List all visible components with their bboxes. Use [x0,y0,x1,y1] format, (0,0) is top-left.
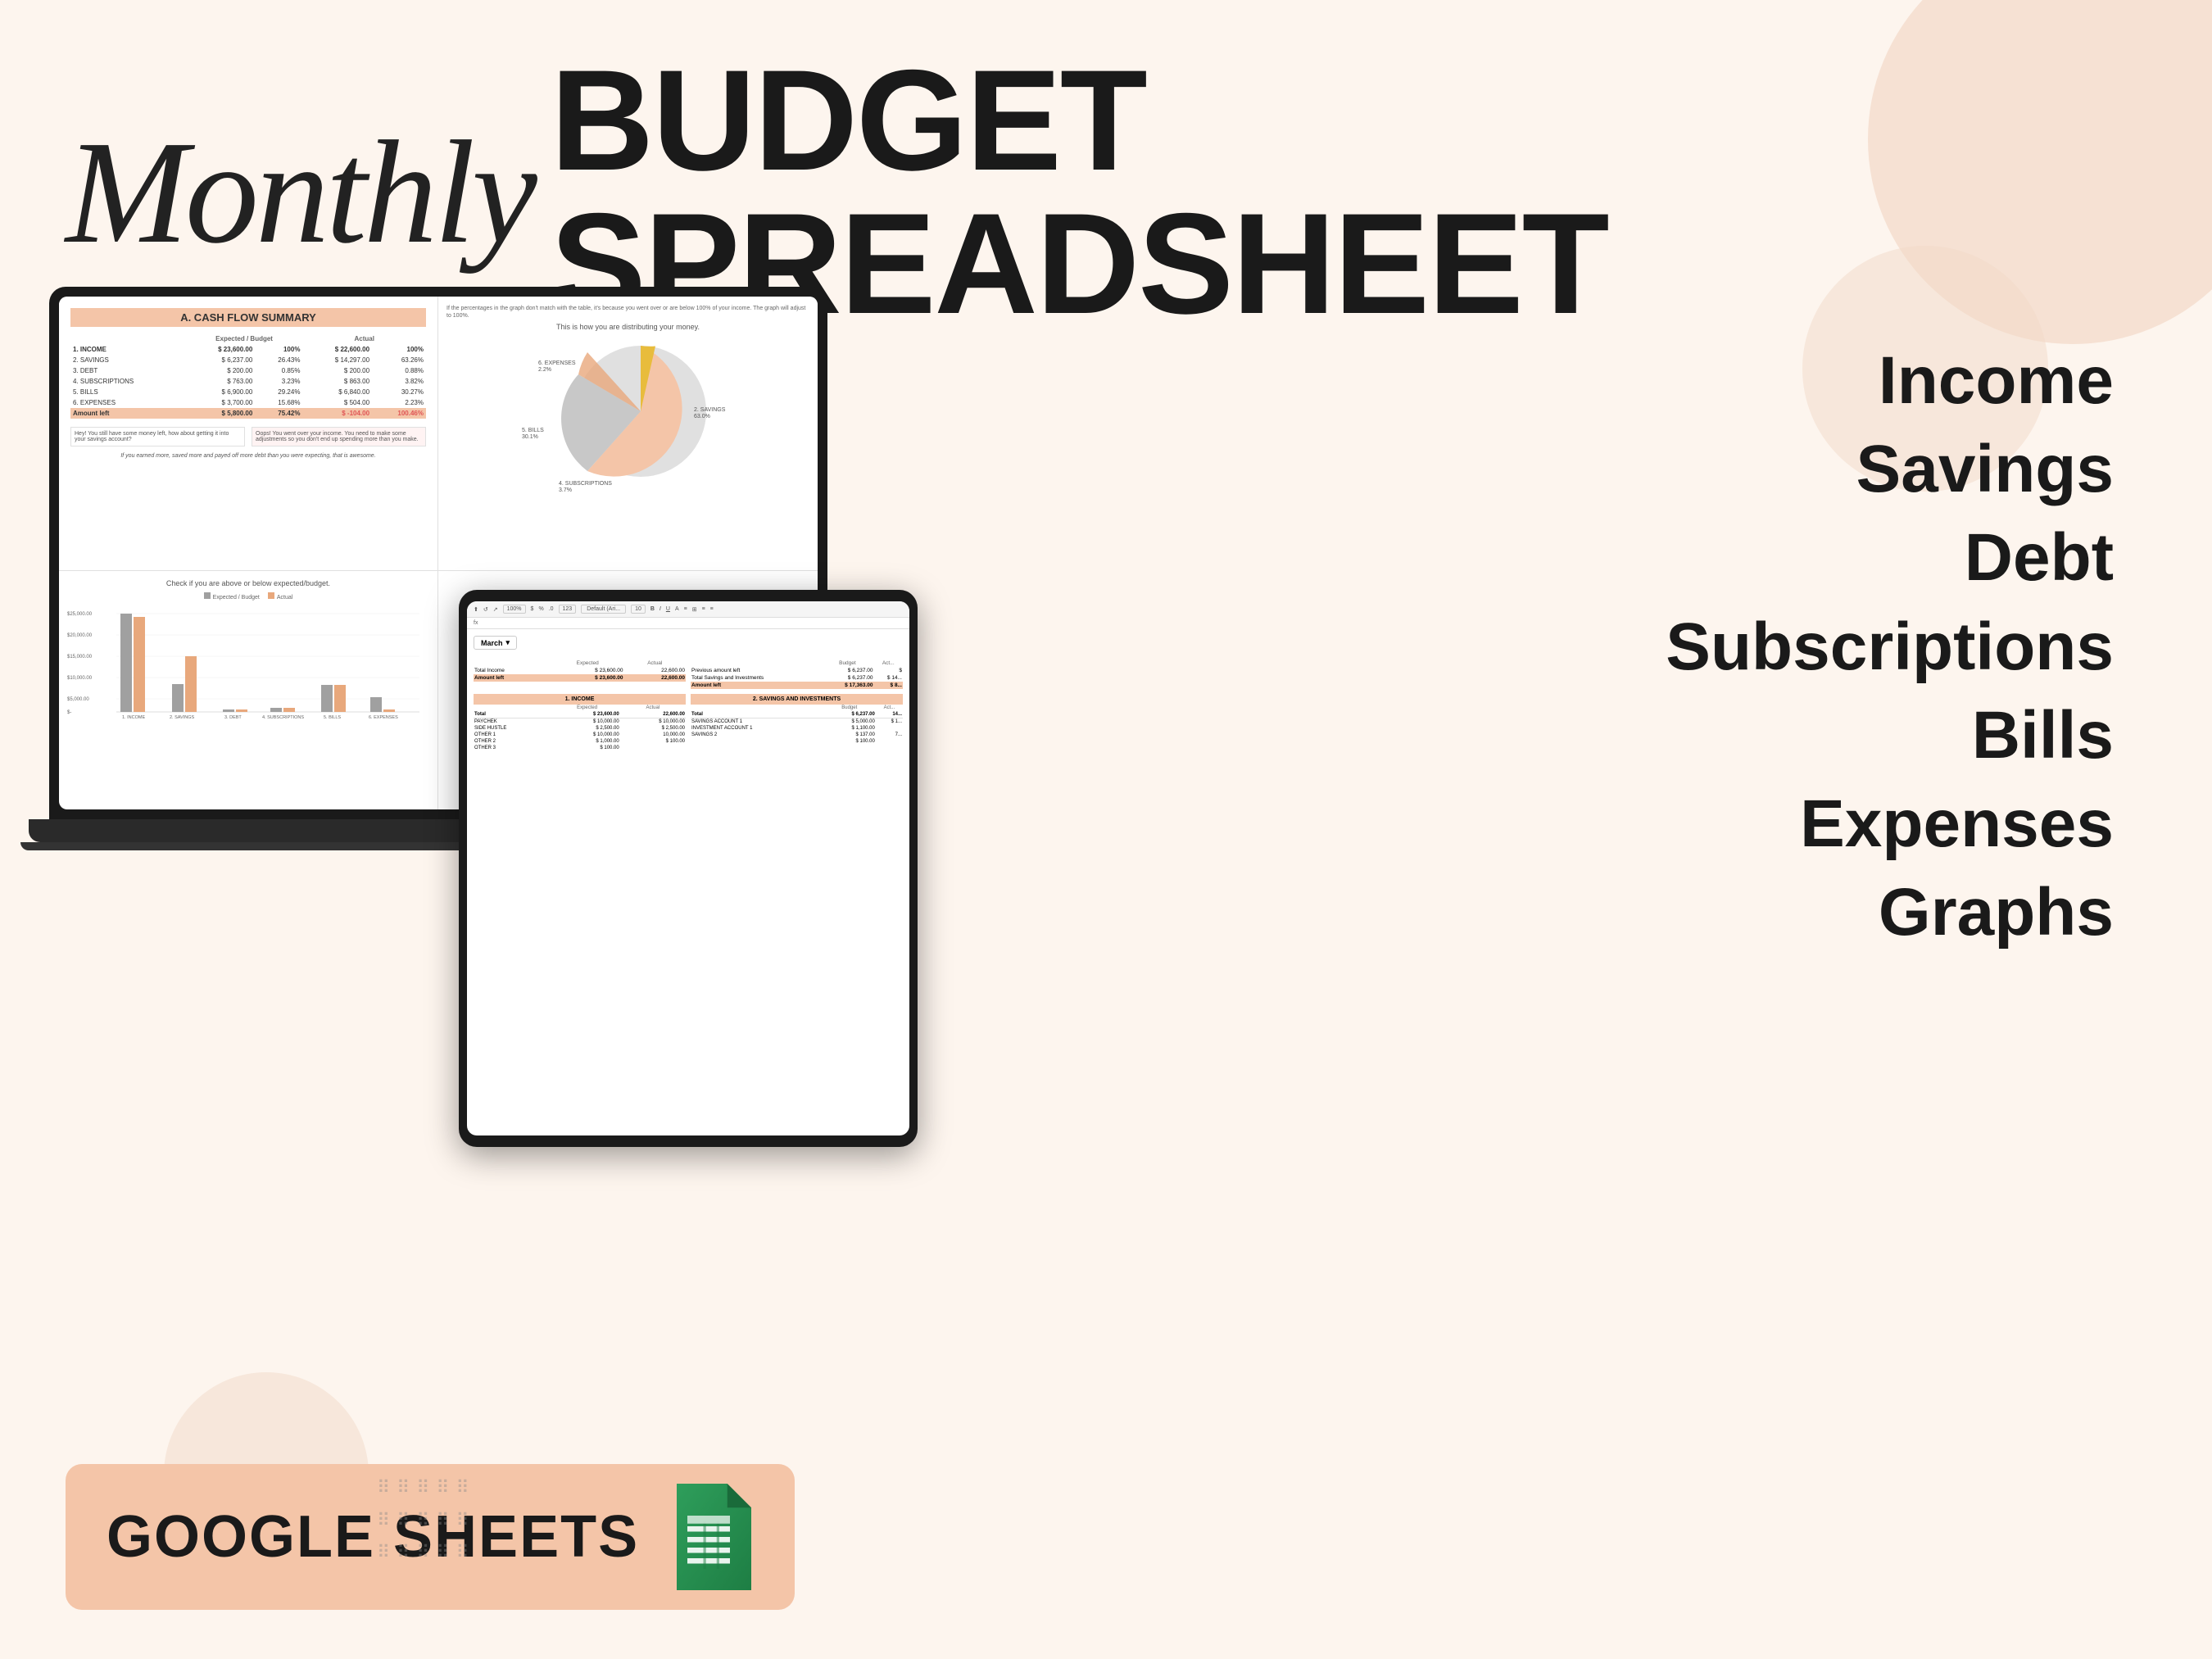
income-header: 1. INCOME [474,694,686,705]
svg-text:$15,000.00: $15,000.00 [67,655,93,660]
bar-chart-svg: $25,000.00 $20,000.00 $15,000.00 $10,000… [67,605,419,720]
dots-pattern: ⠿⠿⠿⠿⠿⠿⠿⠿⠿⠿⠿⠿⠿⠿⠿ [377,1471,476,1569]
bar-chart-title: Check if you are above or below expected… [67,579,429,587]
cf-row-income: 1. INCOME $ 23,600.00100% $ 22,600.00100… [70,344,426,355]
feature-debt: Debt [1666,521,2114,595]
feature-savings: Savings [1666,433,2114,506]
google-sheets-badge: GOOGLE SHEETS ⠿⠿⠿⠿⠿⠿⠿⠿⠿⠿⠿⠿⠿⠿⠿ [66,1464,795,1610]
tablet-container: ⬆↺↗ 100% $%.0 123 Default (Ari... 10 BI … [459,590,918,1147]
savings-header: 2. SAVINGS AND INVESTMENTS [691,694,903,705]
cf-table: Expected / Budget Actual 1. INCOME $ 23,… [70,333,426,419]
tablet-screen: ⬆↺↗ 100% $%.0 123 Default (Ari... 10 BI … [467,601,909,1135]
cf-row-savings: 2. SAVINGS $ 6,237.0026.43% $ 14,297.006… [70,355,426,365]
svg-text:$5,000.00: $5,000.00 [67,697,89,702]
svg-text:$20,000.00: $20,000.00 [67,633,93,638]
tablet-summary-right: Budget Act... Previous amount left $ 6,2… [691,660,903,689]
tablet-spreadsheet: March ▾ Expected Actual [467,629,909,758]
feature-expenses: Expenses [1666,787,2114,861]
total-income-row: Total Income $ 23,600.00 22,600.00 [474,667,686,674]
tablet-toolbar: ⬆↺↗ 100% $%.0 123 Default (Ari... 10 BI … [467,601,909,618]
svg-text:$25,000.00: $25,000.00 [67,612,93,617]
dropdown-arrow: ▾ [506,638,510,647]
feature-subscriptions: Subscriptions [1666,610,2114,684]
cf-row-amount-left: Amount left $ 5,800.00 75.42% $ -104.00 … [70,408,426,419]
google-sheets-label: GOOGLE SHEETS [107,1503,639,1571]
svg-text:2. SAVINGS: 2. SAVINGS [694,407,726,413]
income-section: 1. INCOME Expected Actual Total $ 23,600… [474,694,686,751]
march-label: March [481,639,503,647]
tablet-formula-bar: fx [467,618,909,629]
header-monthly: Monthly [66,119,534,266]
total-savings-row: Total Savings and Investments $ 6,237.00… [691,674,903,682]
svg-text:4. SUBSCRIPTIONS: 4. SUBSCRIPTIONS [262,715,304,720]
cf-row-bills: 5. BILLS $ 6,900.0029.24% $ 6,840.0030.2… [70,387,426,397]
svg-text:3.7%: 3.7% [559,487,572,493]
savings-section: 2. SAVINGS AND INVESTMENTS Budget Act...… [691,694,903,751]
pie-section: If the percentages in the graph don't ma… [438,297,818,570]
svg-text:$-: $- [67,710,71,715]
svg-text:1. INCOME: 1. INCOME [122,715,145,720]
cf-title: A. CASH FLOW SUMMARY [70,308,426,327]
svg-text:63.0%: 63.0% [694,414,710,419]
tablet-frame: ⬆↺↗ 100% $%.0 123 Default (Ari... 10 BI … [459,590,918,1147]
cf-row-subscriptions: 4. SUBSCRIPTIONS $ 763.003.23% $ 863.003… [70,376,426,387]
svg-text:3. DEBT: 3. DEBT [224,715,242,720]
svg-text:$10,000.00: $10,000.00 [67,676,93,681]
cf-row-debt: 3. DEBT $ 200.000.85% $ 200.000.88% [70,365,426,376]
feature-bills: Bills [1666,699,2114,773]
svg-text:2.2%: 2.2% [538,367,551,373]
svg-text:6. EXPENSES: 6. EXPENSES [369,715,398,720]
svg-text:5. BILLS: 5. BILLS [324,715,341,720]
prev-amount-row: Previous amount left $ 6,237.00 $ [691,667,903,674]
svg-text:6. EXPENSES: 6. EXPENSES [538,360,576,366]
march-dropdown[interactable]: March ▾ [474,636,517,650]
cash-flow-section: A. CASH FLOW SUMMARY Expected / Budget A… [59,297,438,570]
tablet-amount-left-row: Amount left $ 17,363.00 $ 8... [691,682,903,689]
feature-income: Income [1666,344,2114,418]
pie-chart: 6. EXPENSES 2.2% 5. BILLS 30.1% 2. SAVIN… [446,338,809,485]
svg-text:4. SUBSCRIPTIONS: 4. SUBSCRIPTIONS [559,481,612,487]
cf-row-expenses: 6. EXPENSES $ 3,700.0015.68% $ 504.002.2… [70,397,426,408]
bar-chart-legend: Expected / Budget Actual [67,592,429,601]
tablet-summary-left: Expected Actual Total Income $ 23,600.00… [474,660,686,689]
feature-graphs: Graphs [1666,876,2114,950]
bar-chart-section: Check if you are above or below expected… [59,570,438,809]
features-list: Income Savings Debt Subscriptions Bills … [1666,344,2114,950]
amount-left-row: Amount left $ 23,600.00 22,600.00 [474,674,686,682]
svg-text:2. SAVINGS: 2. SAVINGS [170,715,194,720]
google-sheets-icon [664,1484,754,1590]
svg-text:5. BILLS: 5. BILLS [522,428,544,433]
svg-text:30.1%: 30.1% [522,434,538,440]
